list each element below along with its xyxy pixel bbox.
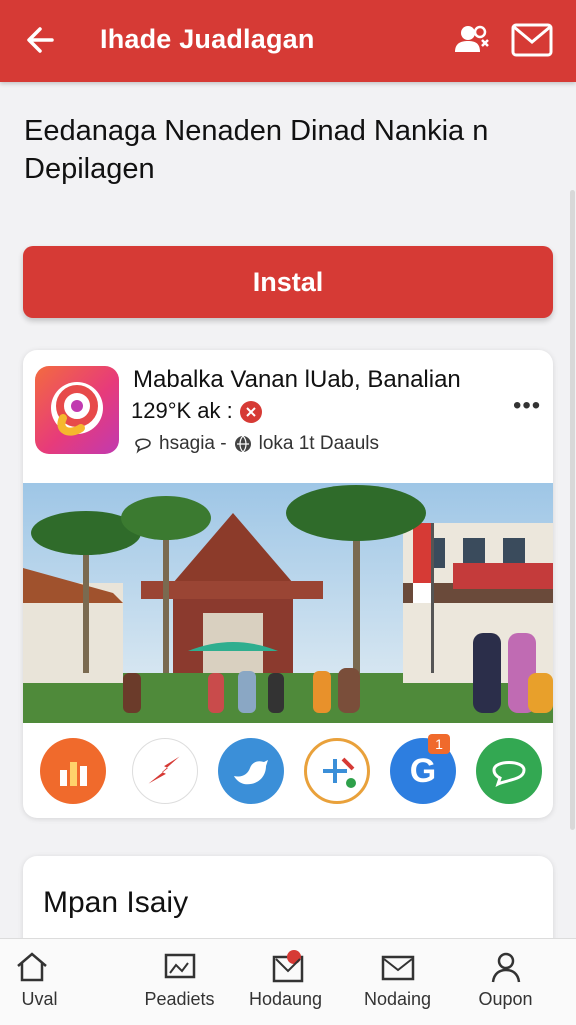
nav-label: Uval [21, 989, 58, 1009]
share-chat-button[interactable] [476, 738, 542, 804]
share-bolt-button[interactable] [132, 738, 198, 804]
share-tools-button[interactable] [304, 738, 370, 804]
bottom-navigation: Uval Peadiets Hodaung Nodaing Oupon [0, 938, 576, 1025]
app-icon[interactable] [35, 366, 119, 454]
nav-item-profile[interactable]: Oupon [448, 939, 563, 1025]
share-badge: 1 [428, 734, 450, 754]
app-meta: 129°K ak : [131, 398, 263, 424]
install-button[interactable]: Instal [23, 246, 553, 318]
share-analytics-button[interactable] [40, 738, 106, 804]
people-icon [455, 25, 489, 52]
tools-icon [323, 757, 356, 788]
badge-icon [239, 401, 262, 424]
back-button[interactable] [22, 20, 62, 60]
mail-icon [381, 955, 415, 981]
nav-item-gallery[interactable]: Peadiets [122, 939, 237, 1025]
app-meta-text: 129°K ak : [131, 398, 233, 423]
scrollbar[interactable] [570, 190, 575, 830]
user-icon [491, 952, 521, 983]
twitter-bird-icon [234, 760, 268, 785]
campus-photo[interactable] [23, 483, 553, 723]
nav-label: Hodaung [248, 989, 323, 1009]
nav-item-home[interactable]: Uval [0, 939, 115, 1025]
chat-icon [492, 761, 526, 787]
page-title: Ihade Juadlagan [100, 24, 315, 54]
share-twitter-button[interactable] [218, 738, 284, 804]
app-header: Ihade Juadlagan [0, 0, 576, 82]
inbox-icon [272, 950, 304, 983]
more-options-button[interactable]: ••• [513, 392, 541, 420]
arrow-left-icon [27, 27, 54, 53]
people-button[interactable] [452, 20, 492, 60]
comment-icon [135, 438, 151, 454]
nav-item-mail[interactable]: Nodaing [340, 939, 455, 1025]
gallery-icon [164, 953, 196, 979]
app-logo-icon [51, 382, 103, 436]
share-row: G 1 [23, 734, 553, 806]
subtitle-right: loka 1t Daauls [258, 433, 380, 454]
mail-button[interactable] [510, 20, 554, 60]
share-google-button[interactable]: G 1 [390, 734, 456, 804]
app-name: Mabalka Vanan lUab, Banalian [133, 366, 461, 393]
section-title: Mpan Isaiy [43, 886, 189, 919]
bolt-icon [148, 756, 180, 784]
home-icon [17, 952, 47, 982]
page-heading: Eedanaga Nenaden Dinad Nankia n Depilage… [24, 115, 489, 185]
globe-icon [234, 435, 251, 453]
nav-label: Oupon [478, 989, 533, 1009]
nav-label: Nodaing [363, 989, 432, 1009]
app-card: Mabalka Vanan lUab, Banalian 129°K ak : … [23, 350, 553, 818]
nav-item-inbox[interactable]: Hodaung [228, 939, 343, 1025]
svg-text:G: G [410, 752, 436, 790]
analytics-icon [60, 762, 87, 786]
app-subtitle: hsagia - loka 1t Daauls [133, 433, 379, 455]
mail-icon [511, 23, 553, 57]
subtitle-left: hsagia - [159, 433, 227, 454]
nav-label: Peadiets [144, 989, 215, 1009]
